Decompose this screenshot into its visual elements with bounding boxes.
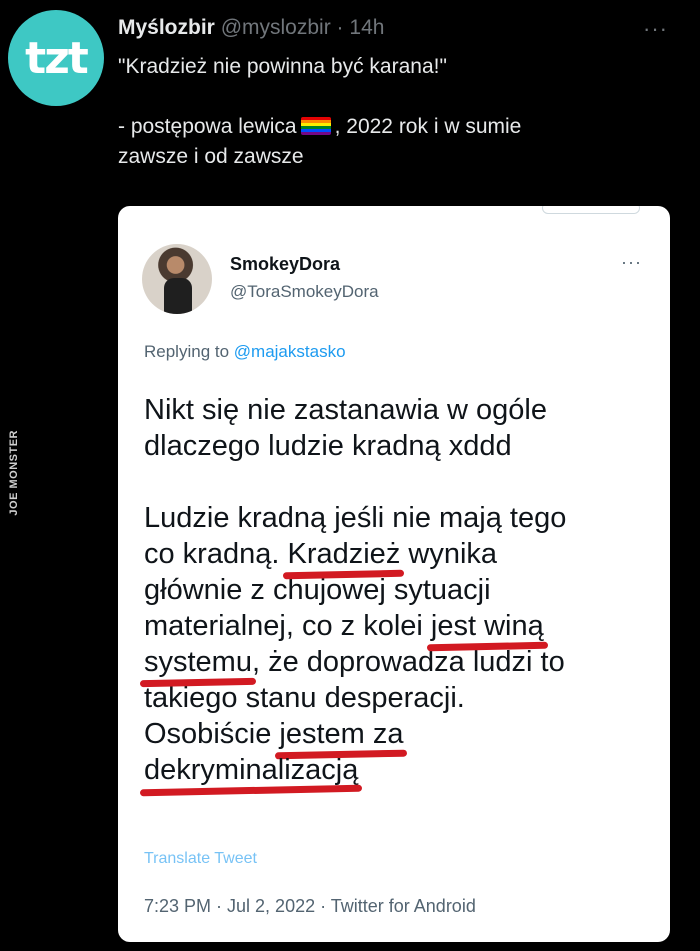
tweet-text-line: "Kradzież nie powinna być karana!" (118, 55, 447, 78)
quoted-tweet-text: Nikt się nie zastanawia w ogóle dlaczego… (144, 392, 654, 788)
quoted-text-line: Osobiście jestem za (144, 718, 404, 750)
quoted-more-options-icon[interactable]: ··· (621, 252, 642, 273)
quoted-text-line: Ludzie kradną jeśli nie mają tego (144, 502, 567, 534)
author-handle[interactable]: @myslozbir (221, 16, 331, 39)
quoted-author-avatar[interactable] (142, 244, 212, 314)
translate-tweet-link[interactable]: Translate Tweet (144, 850, 257, 868)
quoted-author-handle[interactable]: @ToraSmokeyDora (230, 282, 379, 302)
quoted-text-line: głównie z chujowej sytuacji (144, 574, 491, 606)
tweet-header: Myślozbir @myslozbir · 14h (118, 16, 384, 40)
replying-to: Replying to @majakstasko (144, 342, 346, 361)
red-underline: dekryminalizacją (144, 754, 359, 786)
quoted-text-line: Nikt się nie zastanawia w ogóle (144, 394, 547, 426)
quoted-text-line: dlaczego ludzie kradną xddd (144, 430, 512, 462)
quoted-text-line: dekryminalizacją (144, 752, 654, 788)
tweet-age[interactable]: 14h (349, 16, 384, 39)
rainbow-flag-icon (300, 117, 331, 135)
tweet-text-line: - postępowa lewica, 2022 rok i w sumie (118, 115, 522, 138)
red-underline: Kradzież (287, 538, 401, 570)
red-underline: jest winą (430, 610, 544, 642)
quoted-text-line: systemu, że doprowadza ludzi to (144, 646, 565, 678)
red-underline: jestem za (279, 718, 404, 750)
quoted-text-line: materialnej, co z kolei jest winą (144, 610, 544, 642)
more-options-icon[interactable]: ··· (643, 16, 668, 42)
card-top-edge (542, 206, 640, 214)
quoted-tweet-card[interactable]: SmokeyDora @ToraSmokeyDora ··· Replying … (118, 206, 670, 942)
quoted-author-name[interactable]: SmokeyDora (230, 254, 340, 275)
author-name[interactable]: Myślozbir (118, 16, 215, 39)
author-avatar[interactable]: tzt (8, 10, 104, 106)
quoted-text-line: co kradną. Kradzież wynika (144, 538, 498, 570)
tweet-text-line: zawsze i od zawsze (118, 145, 304, 168)
watermark: JOE MONSTER (8, 430, 20, 516)
tweet-text: "Kradzież nie powinna być karana!" - pos… (118, 52, 678, 172)
quoted-tweet-meta[interactable]: 7:23 PM · Jul 2, 2022 · Twitter for Andr… (144, 896, 476, 917)
header-separator: · (336, 16, 344, 39)
tzt-logo: tzt (25, 32, 89, 84)
replying-to-handle-link[interactable]: @majakstasko (234, 342, 346, 361)
red-underline: systemu (144, 646, 252, 678)
